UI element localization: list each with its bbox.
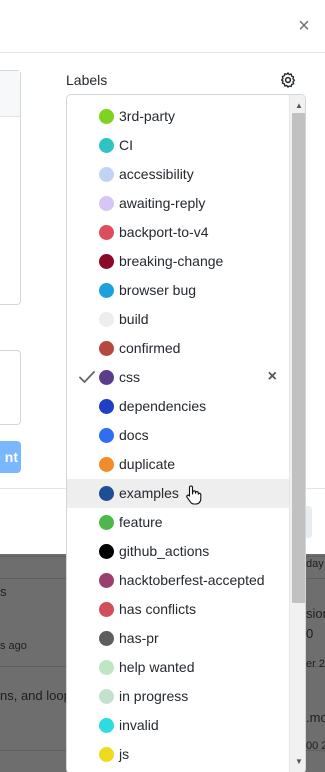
- scroll-up-arrow-icon[interactable]: ▲: [295, 101, 303, 110]
- label-name: js: [119, 746, 130, 762]
- label-option[interactable]: has-pr: [67, 624, 289, 653]
- label-color-swatch: [99, 689, 114, 704]
- label-color-swatch: [99, 544, 114, 559]
- description-editor[interactable]: [0, 70, 21, 305]
- scroll-down-arrow-icon[interactable]: ▼: [295, 757, 303, 766]
- label-option[interactable]: breaking-change: [67, 247, 289, 276]
- dialog-header: ×: [0, 0, 325, 53]
- label-color-swatch: [99, 225, 114, 240]
- label-color-swatch: [99, 341, 114, 356]
- label-option[interactable]: browser bug: [67, 276, 289, 305]
- label-name: browser bug: [119, 282, 197, 298]
- background-row-meta: 00 2: [306, 740, 325, 752]
- background-row-meta: .mo: [306, 710, 325, 725]
- label-name: invalid: [119, 717, 159, 733]
- labels-dropdown: 3rd-party CI accessibility awaiting-reply ba…: [66, 94, 306, 772]
- label-option[interactable]: feature: [67, 508, 289, 537]
- background-row-meta: er 2: [306, 658, 325, 670]
- label-color-swatch: [99, 196, 114, 211]
- label-name: accessibility: [119, 166, 194, 182]
- label-name: hacktoberfest-accepted: [119, 572, 265, 588]
- label-color-swatch: [99, 718, 114, 733]
- hand-pointer-icon: [186, 485, 202, 505]
- comment-textarea[interactable]: [0, 350, 21, 425]
- background-row-meta: sion: [306, 606, 325, 621]
- label-color-swatch: [99, 254, 114, 269]
- label-name: confirmed: [119, 340, 181, 356]
- label-option[interactable]: confirmed: [67, 334, 289, 363]
- label-name: in progress: [119, 688, 189, 704]
- label-option[interactable]: hacktoberfest-accepted: [67, 566, 289, 595]
- close-dialog-button[interactable]: ×: [295, 15, 313, 37]
- background-row-time: s ago: [0, 640, 27, 652]
- label-option[interactable]: build: [67, 305, 289, 334]
- label-option[interactable]: CI: [67, 131, 289, 160]
- label-color-swatch: [99, 631, 114, 646]
- label-name: docs: [119, 427, 149, 443]
- label-color-swatch: [99, 167, 114, 182]
- label-option[interactable]: css ×: [67, 363, 289, 392]
- label-name: help wanted: [119, 659, 195, 675]
- scrollbar[interactable]: ▲ ▼: [289, 95, 305, 772]
- label-color-swatch: [99, 399, 114, 414]
- label-name: examples: [119, 485, 179, 501]
- label-name: has conflicts: [119, 601, 197, 617]
- label-color-swatch: [99, 486, 114, 501]
- label-name: breaking-change: [119, 253, 224, 269]
- label-option[interactable]: examples: [67, 479, 289, 508]
- label-name: feature: [119, 514, 163, 530]
- label-name: awaiting-reply: [119, 195, 206, 211]
- remove-label-icon[interactable]: ×: [268, 368, 277, 386]
- label-color-swatch: [99, 109, 114, 124]
- label-color-swatch: [99, 457, 114, 472]
- label-color-swatch: [99, 573, 114, 588]
- label-name: CI: [119, 137, 133, 153]
- background-row-title: s: [0, 584, 7, 599]
- label-option[interactable]: backport-to-v4: [67, 218, 289, 247]
- label-name: css: [119, 369, 140, 385]
- label-name: backport-to-v4: [119, 224, 209, 240]
- label-color-swatch: [99, 138, 114, 153]
- label-option[interactable]: 3rd-party: [67, 102, 289, 131]
- label-color-swatch: [99, 602, 114, 617]
- label-color-swatch: [99, 660, 114, 675]
- label-option[interactable]: invalid: [67, 711, 289, 740]
- label-name: has-pr: [119, 630, 159, 646]
- label-option[interactable]: github_actions: [67, 537, 289, 566]
- gear-icon[interactable]: [279, 71, 297, 89]
- label-color-swatch: [99, 515, 114, 530]
- label-option[interactable]: help wanted: [67, 653, 289, 682]
- background-row-meta: 0: [306, 626, 314, 641]
- label-name: build: [119, 311, 149, 327]
- background-row-meta: day: [306, 558, 324, 570]
- label-color-swatch: [99, 283, 114, 298]
- label-option[interactable]: docs: [67, 421, 289, 450]
- background-row-title: ns, and loop: [0, 688, 71, 703]
- label-color-swatch: [99, 370, 114, 385]
- label-color-swatch: [99, 747, 114, 762]
- label-option[interactable]: duplicate: [67, 450, 289, 479]
- label-option[interactable]: has conflicts: [67, 595, 289, 624]
- label-option[interactable]: awaiting-reply: [67, 189, 289, 218]
- label-option[interactable]: js: [67, 740, 289, 769]
- scrollbar-thumb[interactable]: [292, 113, 305, 603]
- label-option[interactable]: accessibility: [67, 160, 289, 189]
- label-name: 3rd-party: [119, 108, 176, 124]
- check-icon: [79, 371, 95, 383]
- label-color-swatch: [99, 428, 114, 443]
- label-color-swatch: [99, 312, 114, 327]
- label-name: duplicate: [119, 456, 176, 472]
- editor-toolbar: [0, 71, 20, 117]
- label-name: dependencies: [119, 398, 207, 414]
- label-option[interactable]: dependencies: [67, 392, 289, 421]
- labels-heading: Labels: [66, 72, 108, 88]
- label-name: github_actions: [119, 543, 210, 559]
- submit-button[interactable]: nt: [0, 441, 21, 473]
- labels-list: 3rd-party CI accessibility awaiting-reply ba…: [67, 102, 289, 769]
- label-option[interactable]: in progress: [67, 682, 289, 711]
- close-icon: ×: [298, 15, 310, 37]
